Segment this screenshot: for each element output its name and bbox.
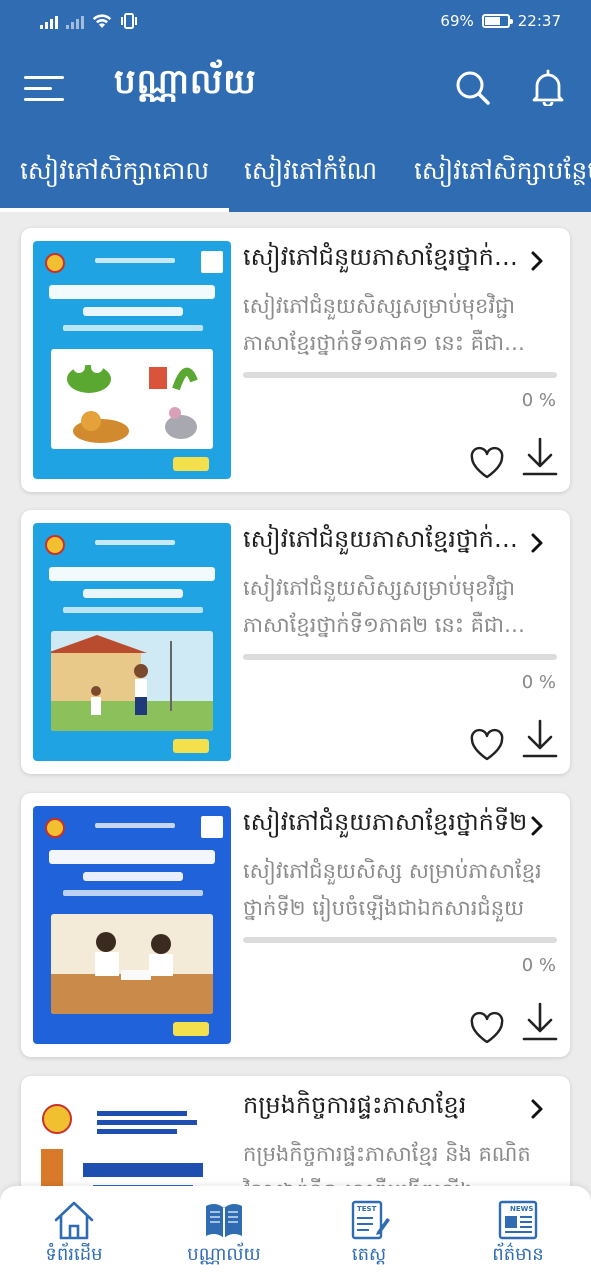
chevron-right-icon[interactable] [525, 813, 549, 839]
download-icon[interactable] [521, 718, 559, 760]
download-icon[interactable] [521, 436, 559, 478]
category-tabs: សៀវភៅសិក្សាគោល សៀវភៅកំណែ សៀវភៅសិក្សាបន្ថ… [0, 136, 591, 212]
tab-textbooks[interactable]: សៀវភៅសិក្សាគោល [0, 136, 230, 212]
vibrate-icon [121, 13, 137, 29]
nav-library[interactable]: បណ្ណាល័យ [164, 1186, 284, 1280]
book-icon [206, 1203, 242, 1238]
progress-bar [243, 654, 557, 660]
signal-icon [40, 14, 58, 29]
book-description: សៀវភៅជំនួយសិស្សសម្រាប់មុខវិជ្ជាភាសាខ្មែរ… [243, 576, 516, 637]
progress-bar [243, 372, 557, 378]
progress-bar [243, 937, 557, 943]
battery-icon [481, 14, 513, 28]
clock: 22:37 [517, 12, 561, 30]
battery-percent: 69% [440, 12, 474, 30]
heart-icon[interactable] [469, 446, 505, 480]
nav-library-label: បណ្ណាល័យ [187, 1244, 261, 1265]
book-card[interactable]: សៀវភៅជំនួយភាសាខ្មែរថ្នាក់ទី១ ភាគ២ សៀវភៅជ… [21, 510, 570, 774]
search-icon[interactable] [455, 70, 491, 106]
nav-home[interactable]: ទំព័រដើម [14, 1186, 134, 1280]
tab-exercise-books[interactable]: សៀវភៅកំណែ [244, 136, 377, 212]
book-card[interactable]: សៀវភៅជំនួយភាសាខ្មែរថ្នាក់ទី១ ភាគ១ សៀវភៅជ… [21, 228, 570, 492]
status-bar: 69% 22:37 [0, 0, 591, 42]
book-card[interactable]: សៀវភៅជំនួយភាសាខ្មែរថ្នាក់ទី២ សៀវភៅជំនួយស… [21, 793, 570, 1057]
test-icon: TEST [351, 1200, 390, 1240]
home-icon [54, 1201, 94, 1240]
page-title: បណ្ណាល័យ [114, 62, 257, 102]
download-icon[interactable] [521, 1001, 559, 1043]
book-title: សៀវភៅជំនួយភាសាខ្មែរថ្នាក់ទី១ ភាគ១ [243, 243, 533, 271]
app-bar: បណ្ណាល័យ [0, 42, 591, 136]
news-icon: NEWS [498, 1200, 538, 1240]
book-cover [33, 806, 231, 1044]
nav-news[interactable]: NEWS ព័ត៌មាន [458, 1186, 578, 1280]
chevron-right-icon[interactable] [525, 530, 549, 556]
wifi-icon [92, 14, 112, 28]
nav-test-label: តេស្ត [351, 1244, 387, 1265]
bell-icon[interactable] [530, 68, 566, 106]
bottom-navigation: ទំព័រដើម បណ្ណាល័យ TEST តេស្ត NEWS ព័ត៌មា… [0, 1186, 591, 1280]
signal-2-icon [66, 14, 84, 29]
chevron-right-icon[interactable] [525, 1096, 549, 1122]
status-right: 69% 22:37 [440, 12, 561, 30]
hamburger-menu-icon[interactable] [24, 76, 64, 102]
nav-test[interactable]: TEST តេស្ត [309, 1186, 429, 1280]
book-title: សៀវភៅជំនួយភាសាខ្មែរថ្នាក់ទី១ ភាគ២ [243, 525, 533, 553]
book-title: សៀវភៅជំនួយភាសាខ្មែរថ្នាក់ទី២ [243, 808, 528, 836]
svg-text:TEST: TEST [357, 1205, 377, 1213]
progress-percent: 0 % [521, 390, 556, 411]
chevron-right-icon[interactable] [525, 248, 549, 274]
progress-percent: 0 % [521, 672, 556, 693]
status-icons [40, 13, 138, 29]
progress-percent: 0 % [521, 955, 556, 976]
book-description: សៀវភៅជំនួយសិស្សសម្រាប់មុខវិជ្ជាភាសាខ្មែរ… [243, 294, 516, 355]
book-cover [33, 241, 231, 479]
nav-home-label: ទំព័រដើម [45, 1244, 103, 1265]
svg-text:NEWS: NEWS [510, 1205, 533, 1213]
book-description: សៀវភៅជំនួយសិស្ស សម្រាប់ភាសាខ្មែរថ្នាក់ទី… [243, 859, 542, 920]
heart-icon[interactable] [469, 728, 505, 762]
book-title: កម្រងកិច្ចការផ្ទះភាសាខ្មែរ [243, 1091, 467, 1119]
tab-supplementary-books[interactable]: សៀវភៅសិក្សាបន្ថែម [414, 136, 591, 212]
heart-icon[interactable] [469, 1011, 505, 1045]
nav-news-label: ព័ត៌មាន [492, 1244, 544, 1265]
book-cover [33, 523, 231, 761]
